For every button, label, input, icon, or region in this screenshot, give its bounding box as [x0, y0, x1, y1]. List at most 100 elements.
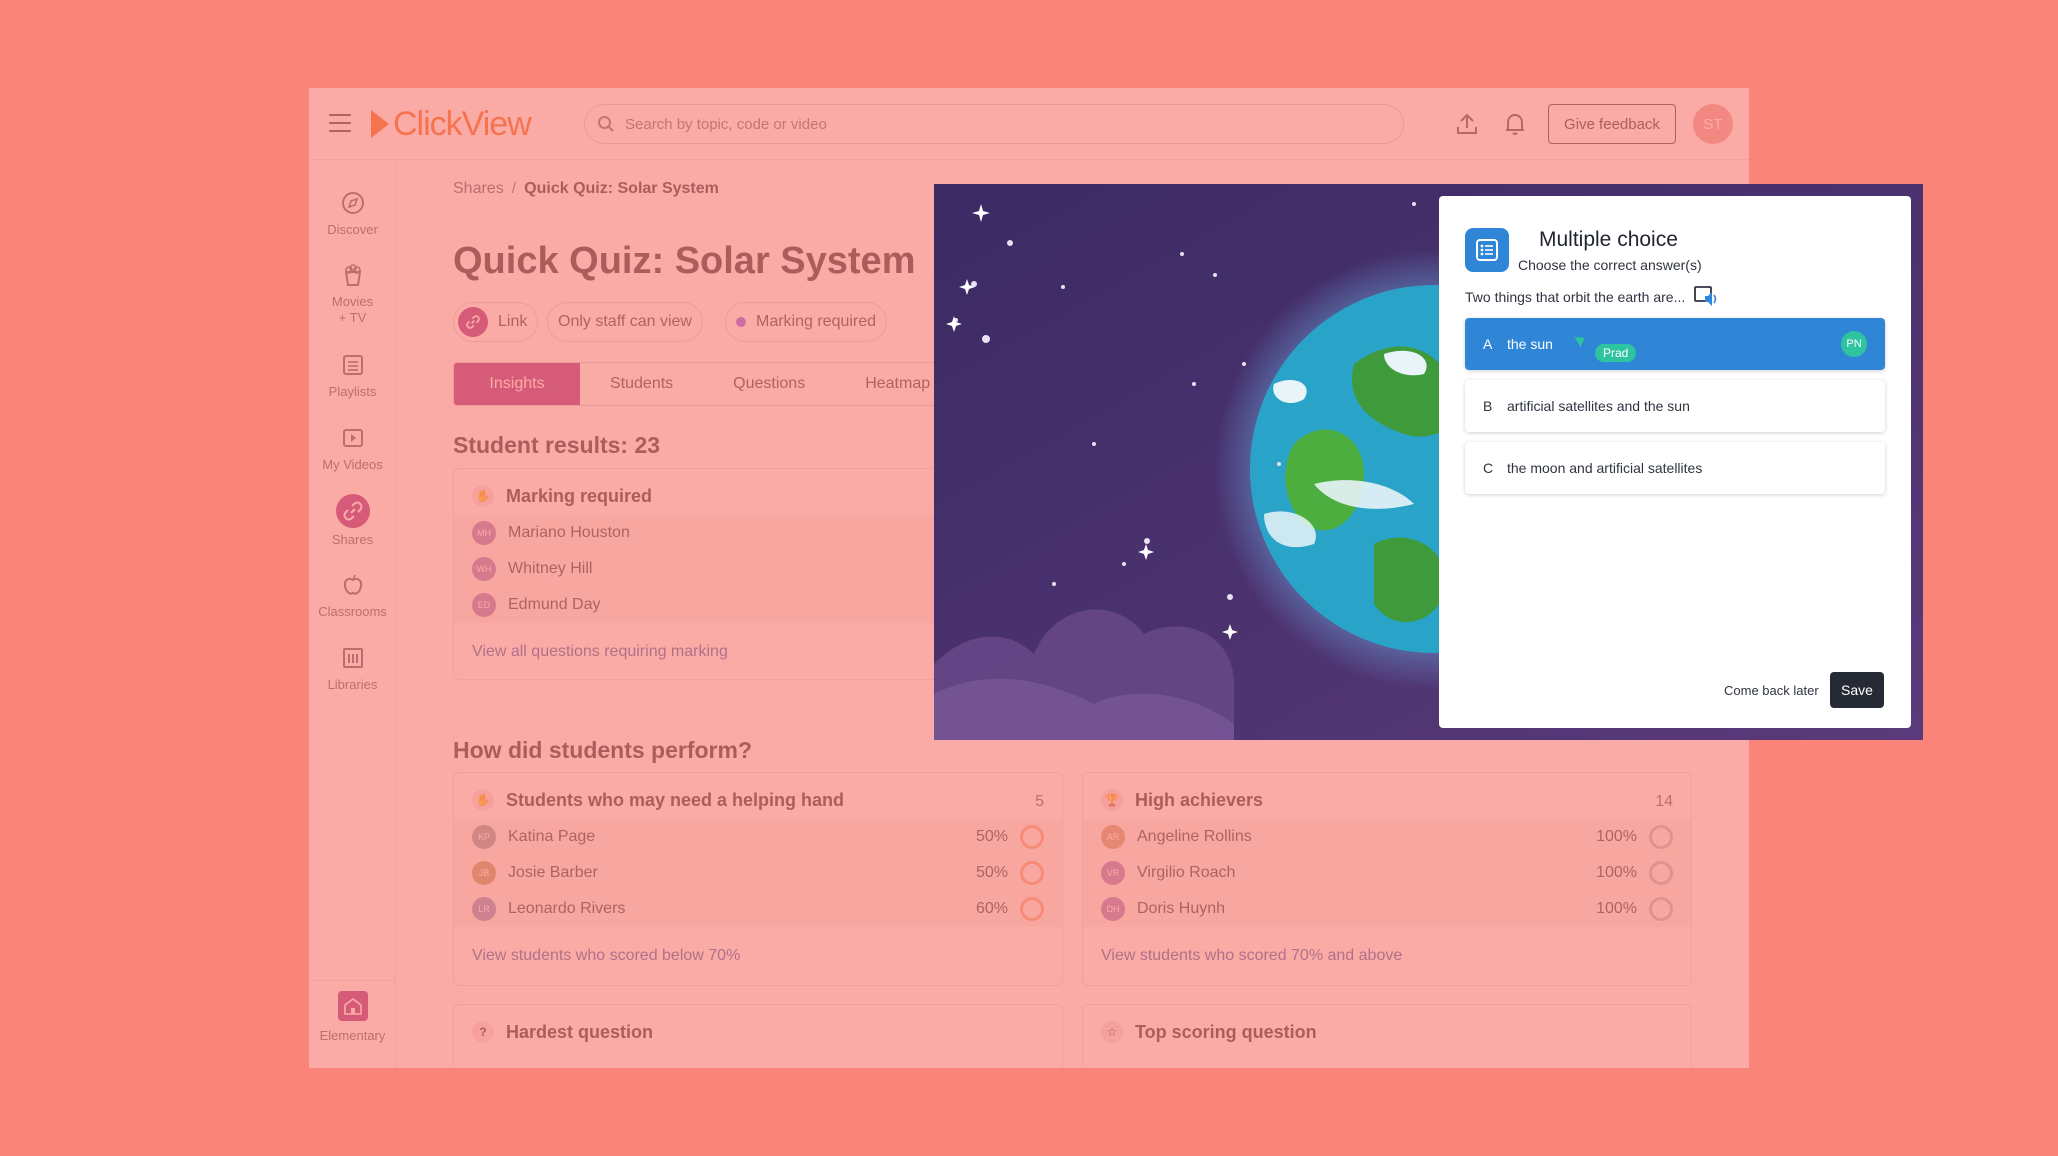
marking-dot-icon [736, 317, 746, 327]
answer-option-a[interactable]: A the sun Prad PN [1465, 318, 1885, 370]
bell-icon[interactable] [1502, 111, 1528, 137]
answer-option-c[interactable]: C the moon and artificial satellites [1465, 442, 1885, 494]
card-title: ☆ Top scoring question [1101, 1021, 1317, 1043]
list-item[interactable]: WH Whitney Hill [454, 551, 1012, 587]
card-count: 5 [1035, 793, 1044, 810]
give-feedback-button[interactable]: Give feedback [1548, 104, 1676, 144]
table-row[interactable]: JB Josie Barber 50% [454, 855, 1062, 891]
student-name: Doris Huynh [1137, 900, 1226, 917]
user-avatar[interactable]: ST [1693, 104, 1733, 144]
question-panel: Multiple choice Choose the correct answe… [1439, 196, 1911, 728]
table-row[interactable]: DH Doris Huynh 100% [1083, 891, 1691, 927]
list-icon [342, 355, 363, 375]
sidebar-item-label: Shares [331, 532, 374, 547]
table-row[interactable]: AR Angeline Rollins 100% [1083, 819, 1691, 855]
list-item[interactable]: ED Edmund Day [454, 587, 1012, 623]
sidebar-item-discover[interactable]: Discover [309, 190, 396, 238]
sidebar-item-label: Playlists [328, 384, 377, 399]
link-chip-icon [458, 307, 488, 337]
compass-icon [341, 192, 364, 214]
search-input[interactable] [625, 115, 1385, 133]
card-title: 🏆 High achievers [1101, 789, 1263, 811]
search-bar[interactable] [584, 104, 1404, 144]
question-icon: ? [472, 1021, 494, 1043]
read-aloud-icon[interactable] [1693, 284, 1719, 310]
question-instruction: Choose the correct answer(s) [1518, 257, 1702, 273]
card-title: ✋ Students who may need a helping hand [472, 789, 844, 811]
sidebar-item-shares[interactable]: Shares [309, 494, 396, 548]
breadcrumb-separator: / [511, 180, 517, 197]
score-ring-icon [1020, 825, 1044, 849]
marking-chip: Marking required [725, 302, 888, 342]
tab-questions[interactable]: Questions [703, 363, 835, 405]
save-button[interactable]: Save [1830, 672, 1884, 708]
video-icon [342, 429, 363, 447]
link-chip-label: Link [498, 313, 528, 330]
student-name: Edmund Day [508, 596, 601, 613]
score-ring-icon [1020, 861, 1044, 885]
student-name: Angeline Rollins [1137, 828, 1252, 845]
hand-icon: ✋ [472, 789, 494, 811]
top-scoring-card: ☆ Top scoring question [1082, 1004, 1692, 1068]
table-row[interactable]: LR Leonardo Rivers 60% [454, 891, 1062, 927]
view-marking-link[interactable]: View all questions requiring marking [472, 643, 728, 661]
avatar: MH [472, 521, 496, 545]
breadcrumb-shares-link[interactable]: Shares [453, 180, 504, 197]
avatar: ED [472, 593, 496, 617]
view-below-70-link[interactable]: View students who scored below 70% [472, 947, 740, 965]
school-label: Elementary [319, 1028, 386, 1043]
tab-students[interactable]: Students [580, 363, 703, 405]
school-switcher[interactable]: Elementary [309, 980, 396, 1068]
student-name: Katina Page [508, 828, 596, 845]
avatar: DH [1101, 897, 1125, 921]
list-item[interactable]: MH Mariano Houston [454, 515, 1012, 551]
school-icon [337, 991, 368, 1021]
link-chip[interactable]: Link [453, 302, 539, 342]
card-title-text: Marking required [506, 485, 653, 506]
card-title-text: High achievers [1135, 789, 1264, 810]
link-icon [335, 494, 370, 528]
top-bar: ClickView Give feedback ST [309, 88, 1749, 160]
page-title: Quick Quiz: Solar System [453, 240, 916, 282]
breadcrumb-current: Quick Quiz: Solar System [524, 180, 719, 197]
option-text: the moon and artificial satellites [1507, 460, 1703, 476]
apple-icon [343, 574, 362, 595]
card-title-text: Top scoring question [1135, 1021, 1317, 1042]
student-name: Mariano Houston [508, 524, 630, 541]
visibility-chip: Only staff can view [547, 302, 703, 342]
card-title-text: Students who may need a helping hand [506, 789, 845, 810]
sidebar-item-playlists[interactable]: Playlists [309, 352, 396, 400]
question-type-title: Multiple choice [1539, 228, 1678, 251]
perform-heading: How did students perform? [453, 737, 752, 763]
student-list: KP Katina Page 50% JB Josie Barber 50% LR Leo… [454, 819, 1062, 927]
card-count: 14 [1655, 793, 1673, 810]
sidebar-item-classrooms[interactable]: Classrooms [309, 572, 396, 620]
view-70-above-link[interactable]: View students who scored 70% and above [1101, 947, 1402, 965]
student-name: Whitney Hill [508, 560, 593, 577]
menu-icon[interactable] [329, 114, 351, 132]
score: 50% [975, 864, 1008, 881]
option-letter: C [1483, 460, 1494, 476]
tab-bar: Insights Students Questions Heatmap [453, 362, 1013, 406]
pointer-cursor-icon [1574, 332, 1588, 348]
tab-insights[interactable]: Insights [454, 363, 580, 405]
clickview-logo[interactable]: ClickView [371, 104, 532, 144]
marking-required-card: ✋ Marking required MH Mariano Houston WH Wh… [453, 468, 1013, 680]
sidebar-item-label: Discover [327, 222, 378, 237]
score-ring-icon [1649, 825, 1673, 849]
upload-icon[interactable] [1454, 111, 1480, 137]
table-row[interactable]: KP Katina Page 50% [454, 819, 1062, 855]
come-back-later-button[interactable]: Come back later [1724, 683, 1819, 698]
card-title: ? Hardest question [472, 1021, 653, 1043]
sidebar-item-movies[interactable]: Movies + TV [309, 262, 396, 326]
table-row[interactable]: VR Virgilio Roach 100% [1083, 855, 1691, 891]
hand-icon: ✋ [472, 485, 494, 507]
search-icon [598, 116, 614, 132]
answer-option-b[interactable]: B artificial satellites and the sun [1465, 380, 1885, 432]
library-icon [342, 648, 363, 668]
sidebar-item-libraries[interactable]: Libraries [309, 645, 396, 693]
play-logo-icon [371, 110, 389, 138]
card-title-text: Hardest question [506, 1021, 654, 1042]
sidebar-item-my-videos[interactable]: My Videos [309, 425, 396, 473]
score: 100% [1596, 864, 1637, 881]
